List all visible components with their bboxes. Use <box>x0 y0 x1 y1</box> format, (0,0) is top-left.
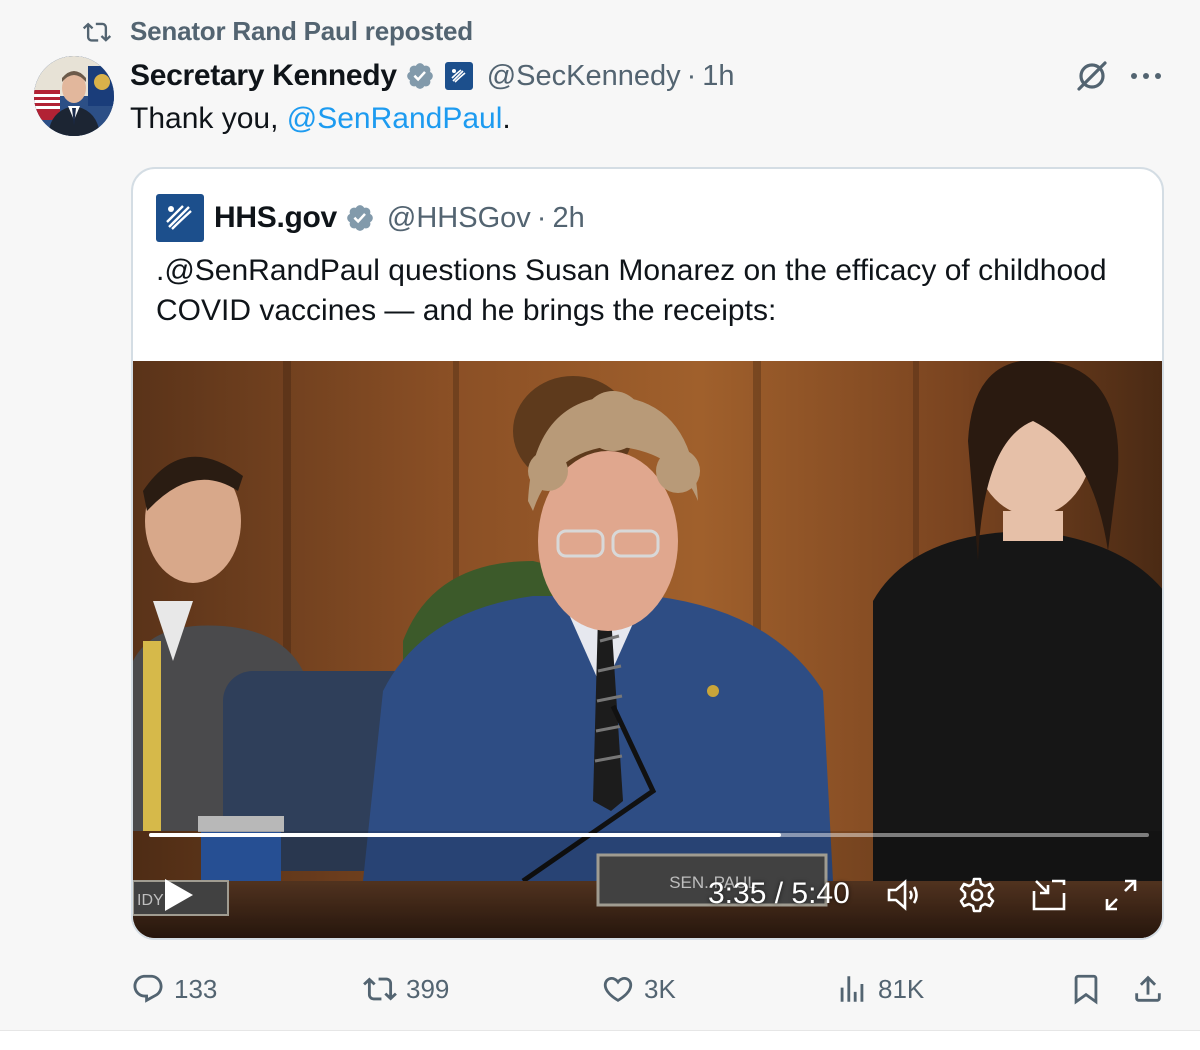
separator-dot: · <box>686 59 697 92</box>
volume-icon[interactable] <box>884 875 924 915</box>
bookmark-button[interactable] <box>1068 965 1104 1013</box>
fullscreen-icon[interactable] <box>1101 875 1141 915</box>
view-count: 81K <box>878 973 925 1004</box>
author-avatar[interactable] <box>34 56 114 136</box>
repost-label: Senator Rand Paul reposted <box>130 15 473 46</box>
quoted-text: .@SenRandPaul questions Susan Monarez on… <box>156 254 1107 327</box>
action-bar: 133 399 3K 81K <box>0 965 1200 1013</box>
quoted-tweet[interactable]: HHS.gov @HHSGov · 2h .@SenRandPaul quest… <box>131 167 1164 940</box>
pip-icon[interactable] <box>1030 875 1070 915</box>
settings-icon[interactable] <box>957 875 997 915</box>
author-name[interactable]: Secretary Kennedy <box>130 59 397 93</box>
like-icon <box>600 971 636 1007</box>
video-progress-fill <box>149 833 781 837</box>
grok-icon[interactable] <box>1072 56 1112 96</box>
bookmark-icon <box>1068 971 1104 1007</box>
quoted-author-name[interactable]: HHS.gov <box>214 201 337 235</box>
tweet-text: Thank you, @SenRandPaul. <box>130 102 511 136</box>
views-button[interactable]: 81K <box>834 965 924 1013</box>
tweet-text-prefix: Thank you, <box>130 102 287 135</box>
like-count: 3K <box>644 973 676 1004</box>
tweet-timestamp[interactable]: 1h <box>702 60 734 93</box>
mention-link[interactable]: @SenRandPaul <box>287 102 503 135</box>
tweet[interactable]: Senator Rand Paul reposted Secretary Ken… <box>0 0 1200 1030</box>
author-handle[interactable]: @SecKennedy <box>487 60 681 93</box>
repost-icon <box>82 16 116 46</box>
repost-button[interactable]: 399 <box>362 965 449 1013</box>
quoted-timestamp[interactable]: 2h <box>552 202 584 235</box>
reply-button[interactable]: 133 <box>130 965 217 1013</box>
repost-count: 399 <box>406 973 450 1004</box>
separator-dot: · <box>536 201 547 234</box>
verified-icon[interactable] <box>345 203 375 233</box>
reply-count: 133 <box>174 973 218 1004</box>
like-button[interactable]: 3K <box>600 965 676 1013</box>
author-row: Secretary Kennedy @SecKennedy · 1h <box>130 56 735 96</box>
video-frame: SEN. PAUL IDY <box>133 361 1162 938</box>
repost-indicator[interactable]: Senator Rand Paul reposted <box>82 14 473 48</box>
share-button[interactable] <box>1130 965 1166 1013</box>
hhs-badge-icon[interactable] <box>444 62 473 90</box>
tweet-text-suffix: . <box>502 102 511 135</box>
more-icon[interactable] <box>1126 56 1166 96</box>
repost-icon <box>362 971 398 1007</box>
verified-icon[interactable] <box>405 61 435 91</box>
quoted-author-row: HHS.gov @HHSGov · 2h <box>156 194 585 242</box>
quoted-handle[interactable]: @HHSGov <box>387 202 531 235</box>
hhs-logo-icon[interactable] <box>156 194 204 242</box>
video-time: 3:35 / 5:40 <box>708 877 850 910</box>
views-icon <box>834 971 870 1007</box>
play-icon[interactable] <box>157 875 197 915</box>
video-progress-bar[interactable] <box>149 833 1149 837</box>
share-icon <box>1130 971 1166 1007</box>
video-player[interactable]: SEN. PAUL IDY 3:35 / 5:40 <box>133 361 1162 938</box>
video-controls: 3:35 / 5:40 <box>133 861 1162 921</box>
reply-icon <box>130 971 166 1007</box>
next-tweet-edge <box>0 1031 1200 1050</box>
